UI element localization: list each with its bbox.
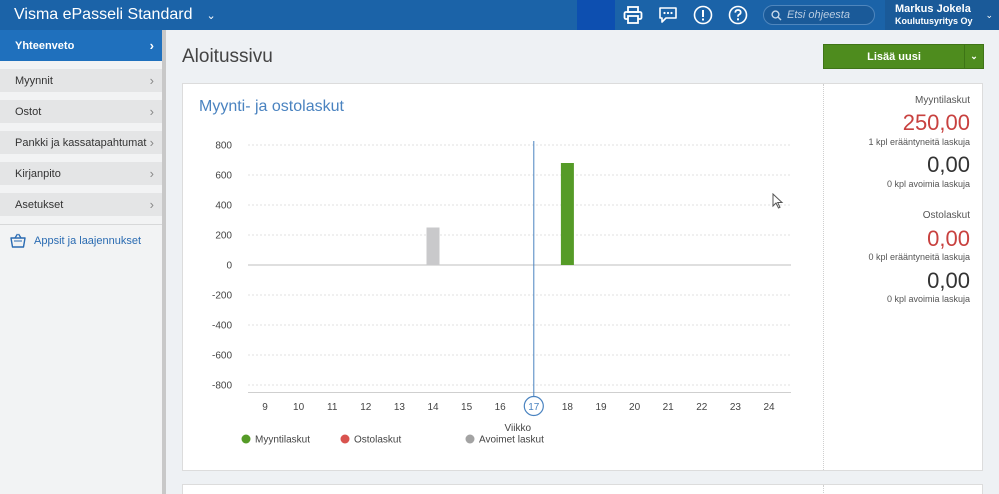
highlighted-toolbar-slot[interactable] [577, 0, 615, 30]
y-tick-label: -800 [212, 381, 232, 392]
basket-icon [10, 233, 26, 248]
chevron-right-icon: › [149, 37, 154, 53]
search-input[interactable] [787, 9, 867, 21]
x-tick-label: 16 [495, 402, 507, 413]
x-axis-title: Viikko [505, 423, 532, 434]
page-title: Aloitussivu [182, 46, 273, 67]
search-icon [771, 9, 782, 20]
sidebar-item-yhteenveto[interactable]: Yhteenveto › [0, 30, 162, 61]
x-tick-label: 21 [663, 402, 675, 413]
company-name: Koulutusyritys Oy [895, 16, 973, 26]
x-tick-label: 10 [293, 402, 305, 413]
legend-dot [465, 434, 475, 444]
y-tick-label: -400 [212, 321, 232, 332]
sales-heading: Myyntilaskut [914, 95, 970, 106]
legend-label: Ostolaskut [354, 435, 401, 446]
invoice-summary: Myyntilaskut 250,00 1 kpl erääntyneitä l… [824, 84, 982, 470]
chevron-right-icon: › [149, 72, 154, 88]
add-new-button[interactable]: Lisää uusi ⌄ [823, 44, 984, 69]
sidebar-item-kirjanpito[interactable]: Kirjanpito › [0, 162, 162, 185]
x-tick-label: 17 [528, 402, 540, 413]
app-title: Visma ePasseli Standard [14, 6, 193, 23]
user-name: Markus Jokela [895, 3, 971, 15]
sidebar-item-label: Myynnit [15, 74, 53, 87]
chevron-right-icon: › [149, 196, 154, 212]
x-tick-label: 24 [763, 402, 775, 413]
sidebar-item-label: Yhteenveto [15, 39, 75, 52]
x-tick-label: 23 [730, 402, 742, 413]
user-menu[interactable]: Markus Jokela Koulutusyritys Oy ⌄ [885, 0, 999, 30]
x-tick-label: 18 [562, 402, 574, 413]
x-tick-label: 13 [394, 402, 406, 413]
chevron-right-icon: › [149, 165, 154, 181]
sidebar-item-pankki[interactable]: Pankki ja kassatapahtumat › [0, 131, 162, 154]
x-tick-label: 9 [262, 402, 268, 413]
sales-open-label: 0 kpl avoimia laskuja [886, 179, 970, 189]
help-button[interactable] [720, 0, 755, 30]
chevron-down-icon: ⌄ [985, 10, 993, 20]
printer-icon [623, 6, 642, 24]
purchases-open-amount[interactable]: 0,00 [927, 268, 970, 294]
x-tick-label: 14 [427, 402, 439, 413]
apps-label: Appsit ja laajennukset [34, 234, 142, 247]
y-tick-label: 0 [226, 261, 232, 272]
y-tick-label: 800 [215, 141, 232, 152]
purchases-open-label: 0 kpl avoimia laskuja [886, 294, 970, 304]
printer-button[interactable] [615, 0, 650, 30]
sidebar-item-myynnit[interactable]: Myynnit › [0, 69, 162, 92]
chat-icon [658, 7, 677, 23]
legend-dot [340, 434, 350, 444]
y-tick-label: 200 [215, 231, 232, 242]
apps-link[interactable]: Appsit ja laajennukset [0, 233, 162, 248]
sales-open-amount[interactable]: 0,00 [927, 152, 970, 178]
help-search[interactable] [763, 5, 875, 25]
sales-overdue-label: 1 kpl erääntyneitä laskuja [868, 137, 970, 147]
sidebar-item-label: Asetukset [15, 198, 64, 211]
sidebar-item-asetukset[interactable]: Asetukset › [0, 193, 162, 216]
y-tick-label: -200 [212, 291, 232, 302]
legend-label: Avoimet laskut [479, 435, 544, 446]
sidebar-item-label: Pankki ja kassatapahtumat [15, 136, 147, 149]
add-new-label: Lisää uusi [867, 50, 921, 63]
y-tick-label: 400 [215, 201, 232, 212]
chevron-right-icon: › [149, 134, 154, 150]
chevron-down-icon: ⌄ [206, 9, 216, 22]
legend-dot [241, 434, 251, 444]
mouse-cursor-icon [772, 193, 784, 209]
app-switcher[interactable]: Visma ePasseli Standard ⌄ [0, 6, 240, 24]
main-content: Aloitussivu Lisää uusi ⌄ Myynti- ja osto… [166, 30, 999, 494]
invoices-card: Myynti- ja ostolaskut 800 600 400 200 0 -200-… [182, 83, 983, 471]
chat-button[interactable] [650, 0, 685, 30]
help-icon [728, 5, 747, 25]
purchases-overdue-amount[interactable]: 0,00 [927, 226, 970, 252]
alert-icon [693, 5, 712, 25]
x-tick-label: 19 [595, 402, 607, 413]
purchases-overdue-label: 0 kpl erääntyneitä laskuja [868, 252, 970, 262]
chevron-right-icon: › [149, 103, 154, 119]
sidebar-divider [0, 224, 162, 225]
chevron-down-icon[interactable]: ⌄ [965, 51, 983, 62]
y-tick-label: 600 [215, 171, 232, 182]
legend-label: Myyntilaskut [255, 435, 310, 446]
y-tick-label: -600 [212, 351, 232, 362]
x-tick-label: 20 [629, 402, 641, 413]
top-bar: Visma ePasseli Standard ⌄ Etsi ohjeesta … [0, 0, 999, 30]
x-tick-label: 22 [696, 402, 708, 413]
bar-myyntilaskut [560, 163, 574, 265]
sidebar: Yhteenveto › Myynnit › Ostot › Pankki ja… [0, 30, 166, 494]
x-tick-label: 15 [461, 402, 473, 413]
alert-button[interactable] [685, 0, 720, 30]
sidebar-item-ostot[interactable]: Ostot › [0, 100, 162, 123]
bar-avoimet-laskut [426, 227, 440, 265]
secondary-card [182, 484, 983, 494]
x-tick-label: 12 [360, 402, 372, 413]
purchases-heading: Ostolaskut [922, 210, 970, 221]
sales-overdue-amount[interactable]: 250,00 [903, 110, 970, 136]
invoice-chart: 800 600 400 200 0 -200 -400 -600 -800 9 10 11 12 13 14… [212, 141, 791, 446]
sidebar-item-label: Ostot [15, 105, 42, 118]
sidebar-item-label: Kirjanpito [15, 167, 61, 180]
x-tick-label: 11 [327, 402, 338, 413]
